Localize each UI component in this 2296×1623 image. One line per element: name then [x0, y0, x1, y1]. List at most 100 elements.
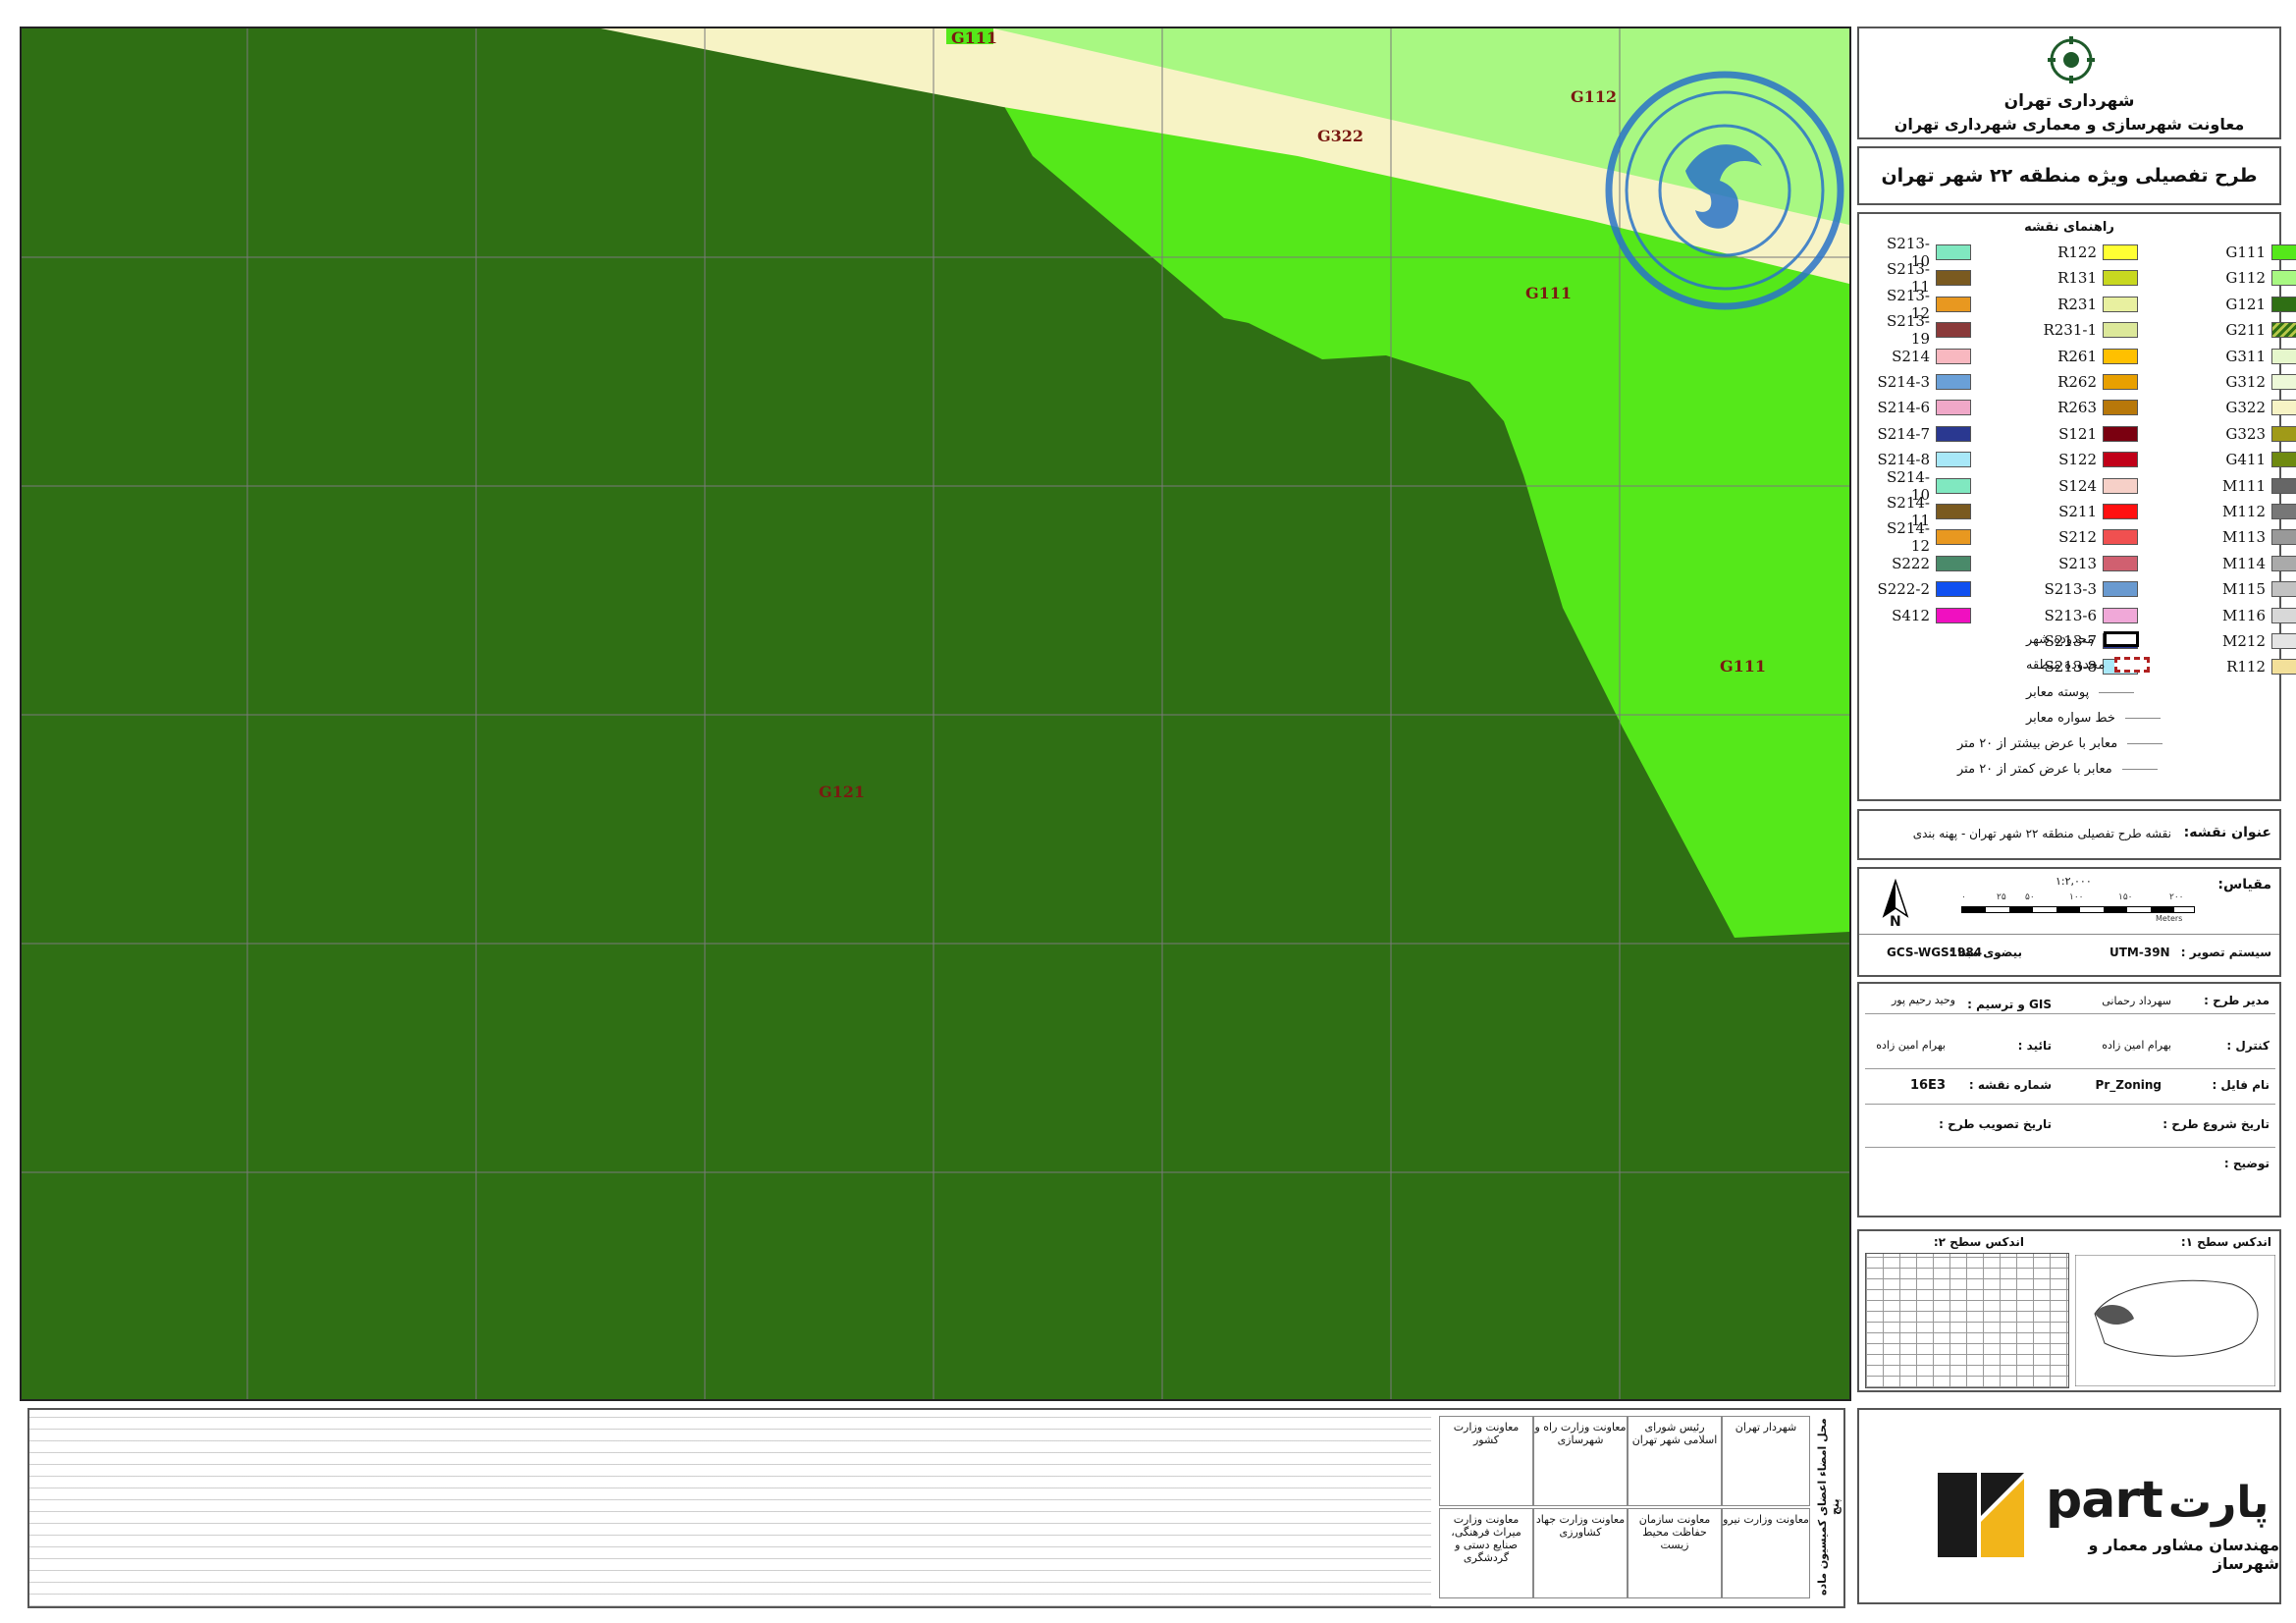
legend-code: M112	[2222, 503, 2266, 520]
legend-row-g211: G211	[2205, 321, 2296, 339]
legend-row-m112: M112	[2205, 503, 2296, 520]
legend-swatch	[1936, 348, 1971, 364]
legend-swatch	[1936, 555, 1971, 571]
approval-date-label: تاریخ تصویب طرح :	[1939, 1117, 2052, 1131]
project-staff-box: مدیر طرح : سهرداد رحمانی GIS و ترسیم : و…	[1857, 982, 2281, 1217]
legend-code: R131	[2057, 269, 2097, 288]
legend-row-s213-11: S213-11	[1869, 260, 1971, 296]
legend-row-s213: S213	[2036, 555, 2138, 572]
legend-code: S213	[2058, 554, 2097, 572]
legend-swatch	[2103, 452, 2138, 468]
legend-swatch	[2271, 633, 2296, 649]
signature-cell-3: معاونت وزارت کشور	[1439, 1416, 1533, 1506]
legend-swatch	[1936, 244, 1971, 260]
municipality-header: شهرداری تهران معاونت شهرسازی و معماری شه…	[1857, 27, 2281, 139]
legend-swatch	[1936, 477, 1971, 494]
zone-label-g111-top: G111	[951, 28, 998, 47]
part-subtitle: مهندسان مشاور معمار و شهرساز	[2088, 1536, 2279, 1573]
legend-code: R262	[2057, 373, 2097, 391]
map-title-label: عنوان نقشه:	[2183, 825, 2271, 840]
legend-row-s222-2: S222-2	[1869, 580, 1971, 598]
legend-code: M114	[2222, 554, 2266, 572]
legend-swatch	[2103, 348, 2138, 364]
control-label: کنترل :	[2226, 1039, 2269, 1053]
legend-swatch	[2271, 400, 2296, 416]
legend-swatch	[2103, 477, 2138, 494]
legend-swatch	[1936, 322, 1971, 339]
legend-title: راهنمای نقشه	[2024, 220, 2114, 235]
legend-swatch	[2103, 529, 2138, 546]
legend-swatch	[2103, 607, 2138, 623]
legend-row-s124: S124	[2036, 477, 2138, 495]
legend-row-g311: G311	[2205, 348, 2296, 365]
plan-title: طرح تفصیلی ویژه منطقه ۲۲ شهر تهران	[1857, 146, 2281, 205]
legend-code: S213-3	[2044, 580, 2097, 599]
legend-swatch	[1936, 581, 1971, 598]
legend-row-g322: G322	[2205, 399, 2296, 416]
legend-swatch	[2271, 607, 2296, 623]
legend-swatch	[2103, 270, 2138, 287]
legend-swatch	[2103, 581, 2138, 598]
tehran-index-map	[2075, 1255, 2275, 1386]
legend-code: S211	[2058, 503, 2097, 520]
legend-row-r231-1: R231-1	[2036, 321, 2138, 339]
legend-row-s222: S222	[1869, 555, 1971, 572]
legend-swatch	[1936, 607, 1971, 623]
sheet-label: شماره نقشه :	[1968, 1078, 2052, 1092]
gis-label: GIS و ترسیم :	[1967, 998, 2052, 1011]
index-box: اندکس سطح ۱: اندکس سطح ۲:	[1857, 1229, 2281, 1392]
legend-code: S121	[2058, 424, 2097, 443]
map-frame[interactable]: G111 G112 G322 G111 G111 G121	[20, 27, 1851, 1401]
legend-row-s212: S212	[2036, 528, 2138, 546]
legend-code: S214	[1892, 347, 1930, 365]
legend-code: S124	[2058, 476, 2097, 495]
legend-row-s214-10: S214-10	[1869, 468, 1971, 504]
legend-code: G322	[2225, 399, 2266, 417]
legend-row-s214-8: S214-8	[1869, 451, 1971, 468]
legend-code: M115	[2222, 580, 2266, 599]
legend-row-s214: S214	[1869, 348, 1971, 365]
legend-swatch	[2271, 659, 2296, 676]
legend-swatch	[2271, 452, 2296, 468]
legend-row-s121: S121	[2036, 425, 2138, 443]
scale-unit: Meters	[2156, 914, 2183, 923]
scale-label: مقیاس:	[2217, 877, 2271, 893]
legend-code: M116	[2222, 606, 2266, 624]
approve-label: تائید :	[2017, 1039, 2052, 1053]
legend-swatch	[1936, 400, 1971, 416]
legend-row-s214-3: S214-3	[1869, 373, 1971, 391]
legend-code: S214-3	[1877, 373, 1930, 391]
legend-code: R263	[2057, 399, 2097, 417]
north-arrow: N	[1881, 878, 1910, 930]
signature-cell-7: معاونت وزارت میراث فرهنگی، صنایع دستی و …	[1439, 1508, 1533, 1598]
legend-swatch	[2271, 296, 2296, 312]
legend-row-g112: G112	[2205, 269, 2296, 287]
manager-value: سهرداد رحمانی	[2102, 995, 2171, 1007]
regulations-strip: شهردار تهران رئیس شورای اسلامی شهر تهران…	[27, 1408, 1845, 1608]
legend-swatch	[2271, 322, 2296, 339]
legend-row-s213-19: S213-19	[1869, 312, 1971, 348]
legend-row-g323: G323	[2205, 425, 2296, 443]
legend-row-r131: R131	[2036, 269, 2138, 287]
legend-region-boundary: محدوده منطقه	[2026, 656, 2151, 674]
legend-code: S412	[1892, 606, 1930, 624]
legend-code: R122	[2057, 243, 2097, 261]
zoning-map	[22, 28, 1849, 1399]
legend-code: S222-2	[1877, 580, 1930, 599]
legend-city-boundary: محدوده شهر	[2026, 630, 2140, 648]
legend-code: G323	[2225, 424, 2266, 443]
legend-row-s214-6: S214-6	[1869, 399, 1971, 416]
municipality-logo-icon	[2048, 36, 2095, 83]
approve-value: بهرام امین زاده	[1876, 1039, 1946, 1052]
legend-row-m212: M212	[2205, 632, 2296, 650]
signature-cell-6: معاونت وزارت جهاد کشاورزی	[1533, 1508, 1628, 1598]
legend-row-g121: G121	[2205, 296, 2296, 313]
legend-swatch	[2271, 244, 2296, 260]
datum-value: GCS-WGS1984	[1887, 946, 1983, 959]
zone-label-g111-right: G111	[1720, 657, 1767, 676]
legend-row-g111: G111	[2205, 243, 2296, 261]
legend-code: M212	[2222, 632, 2266, 650]
legend-swatch	[1936, 504, 1971, 519]
legend-row-r122: R122	[2036, 243, 2138, 261]
legend-code: R261	[2057, 347, 2097, 365]
